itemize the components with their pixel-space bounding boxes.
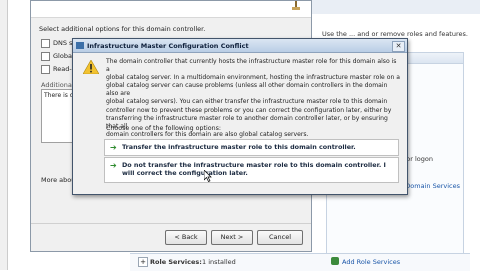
dialog-title-bar: Infrastructure Master Configuration Conf… — [73, 39, 407, 53]
transfer-role-label: Transfer the infrastructure master role … — [122, 143, 356, 151]
role-services-count: 1 installed — [202, 258, 236, 266]
back-button[interactable]: < Back — [165, 230, 207, 245]
expand-role-services-button[interactable]: + — [138, 257, 148, 267]
dialog-title: Infrastructure Master Configuration Conf… — [87, 42, 249, 50]
infrastructure-master-dialog: Infrastructure Master Configuration Conf… — [72, 38, 408, 195]
wizard-header — [31, 1, 311, 18]
green-arrow-icon: ➔ — [110, 161, 117, 170]
additional-info-label: Additional — [41, 81, 74, 89]
wizard-heading: Select additional options for this domai… — [39, 25, 206, 33]
role-services-label: Role Services: — [150, 258, 202, 266]
transfer-role-option[interactable]: ➔ Transfer the infrastructure master rol… — [104, 139, 399, 156]
warning-icon — [83, 60, 99, 74]
green-arrow-icon: ➔ — [110, 143, 117, 152]
server-manager-header — [290, 0, 480, 14]
next-button[interactable]: Next > — [211, 230, 253, 245]
choose-options-label: Choose one of the following options: — [106, 125, 221, 132]
more-about-link[interactable]: More abou — [41, 176, 75, 184]
global-catalog-checkbox[interactable] — [41, 52, 50, 61]
do-not-transfer-label: Do not transfer the infrastructure maste… — [122, 161, 386, 177]
do-not-transfer-option[interactable]: ➔ Do not transfer the infrastructure mas… — [104, 157, 399, 183]
cancel-button[interactable]: Cancel — [257, 230, 303, 245]
mouse-cursor-icon — [204, 170, 212, 182]
dns-server-checkbox[interactable] — [41, 39, 50, 48]
left-edge — [0, 0, 8, 270]
server-manager-intro: Use the ... and or remove roles and feat… — [322, 30, 468, 38]
logon-text: for logon — [404, 155, 434, 163]
wizard-logo-icon — [292, 1, 300, 10]
dialog-app-icon — [76, 42, 84, 49]
dialog-close-button[interactable]: ✕ — [392, 41, 405, 52]
read-only-checkbox[interactable] — [41, 65, 50, 74]
global-catalog-label: Global — [53, 52, 74, 60]
add-role-services-link[interactable]: Add Role Services — [342, 258, 400, 266]
add-role-services-icon — [331, 257, 339, 265]
